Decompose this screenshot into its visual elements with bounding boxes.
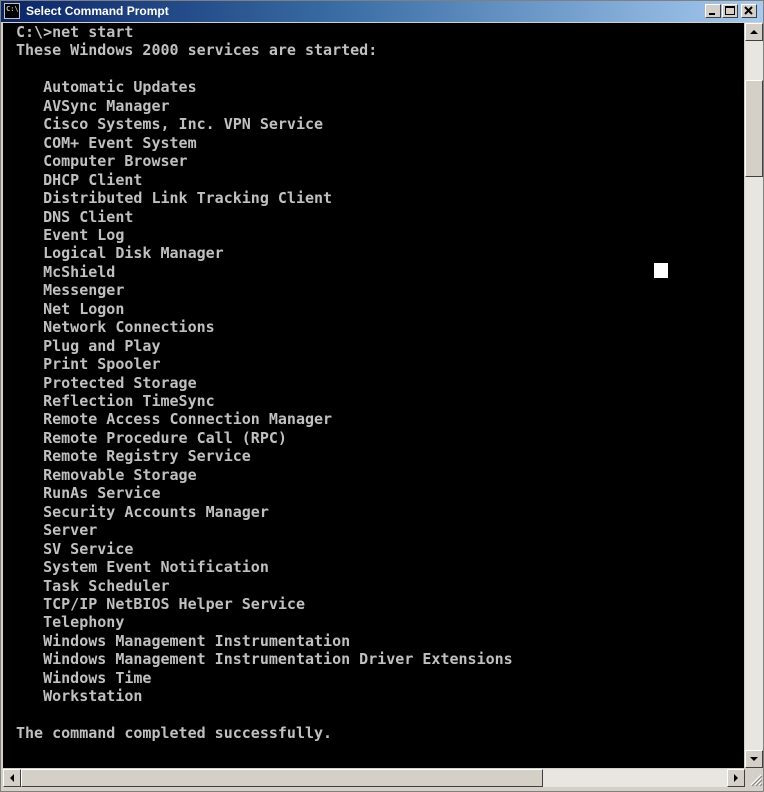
console-line: Plug and Play [16, 336, 161, 355]
vertical-scroll-thumb[interactable] [745, 80, 763, 177]
window-title: Select Command Prompt [26, 4, 169, 18]
scroll-up-button[interactable] [745, 23, 763, 41]
close-button[interactable] [741, 4, 757, 18]
console-line: RunAs Service [16, 484, 161, 503]
console-line: Automatic Updates [16, 78, 197, 97]
console-line: Distributed Link Tracking Client [16, 189, 333, 208]
scroll-right-button[interactable] [727, 769, 745, 787]
command-prompt-window: C:\ Select Command Prompt C:\>net start T… [0, 0, 764, 792]
console-line: Workstation [16, 687, 143, 706]
console-line: Server [16, 521, 98, 540]
minimize-icon [709, 13, 715, 15]
console-line: C:\>net start [16, 23, 134, 41]
console-line: Windows Management Instrumentation [16, 631, 351, 650]
console-line: TCP/IP NetBIOS Helper Service [16, 594, 305, 613]
console-line: Windows Management Instrumentation Drive… [16, 650, 513, 669]
arrow-left-icon [10, 774, 14, 782]
console-line: Security Accounts Manager [16, 502, 269, 521]
arrow-up-icon [750, 30, 758, 34]
resize-grip[interactable] [745, 769, 763, 787]
text-cursor [654, 263, 668, 278]
console-line: Net Logon [16, 299, 125, 318]
console-line: Network Connections [16, 318, 215, 337]
console-line: Event Log [16, 225, 125, 244]
console-line: Reflection TimeSync [16, 392, 215, 410]
console-line: Messenger [16, 281, 125, 300]
console-line: Windows Time [16, 668, 152, 687]
console-icon[interactable]: C:\ [4, 3, 20, 19]
console-line: Telephony [16, 613, 125, 632]
console-line: COM+ Event System [16, 133, 197, 152]
console-line: System Event Notification [16, 558, 269, 577]
console-line: Print Spooler [16, 355, 161, 374]
maximize-button[interactable] [722, 4, 738, 18]
console-line: Protected Storage [16, 373, 197, 392]
scroll-left-button[interactable] [3, 769, 21, 787]
arrow-right-icon [734, 774, 738, 782]
console-line: Remote Procedure Call (RPC) [16, 428, 287, 447]
console-line: SV Service [16, 539, 134, 558]
arrow-down-icon [750, 757, 758, 761]
console-line: AVSync Manager [16, 96, 170, 115]
maximize-icon [725, 6, 735, 15]
console-line: Task Scheduler [16, 576, 170, 595]
console-line: Logical Disk Manager [16, 244, 224, 263]
minimize-button[interactable] [705, 4, 721, 18]
close-icon [744, 6, 753, 15]
title-bar[interactable]: C:\ Select Command Prompt [1, 1, 763, 22]
console-line: McShield [16, 262, 116, 281]
console-line: Remote Registry Service [16, 447, 251, 466]
console-line: DHCP Client [16, 170, 143, 189]
resize-grip-icon [750, 774, 763, 787]
console-output[interactable]: C:\>net start These Windows 2000 services… [3, 23, 744, 768]
console-line: The command completed successfully. [16, 724, 333, 743]
horizontal-scroll-thumb[interactable] [21, 769, 543, 787]
scroll-down-button[interactable] [745, 750, 763, 768]
console-line: Removable Storage [16, 465, 197, 484]
console-line: Computer Browser [16, 152, 188, 171]
console-line: Cisco Systems, Inc. VPN Service [16, 115, 324, 134]
horizontal-scrollbar[interactable] [3, 769, 745, 787]
vertical-scrollbar[interactable] [745, 23, 763, 768]
console-line: These Windows 2000 services are started: [16, 41, 378, 60]
console-line: Remote Access Connection Manager [16, 410, 333, 429]
console-line: DNS Client [16, 207, 134, 226]
